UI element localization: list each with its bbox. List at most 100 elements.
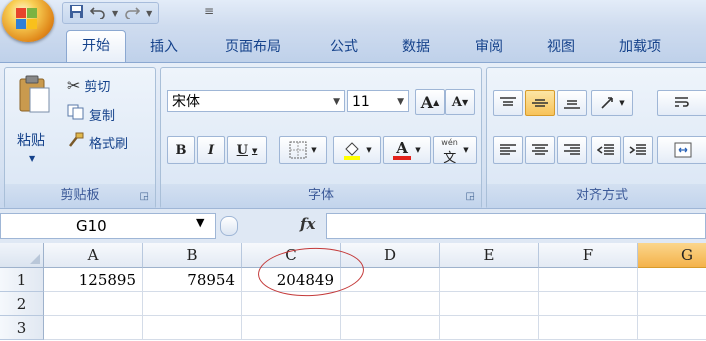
cell-a3[interactable] xyxy=(44,316,143,340)
cell-c3[interactable] xyxy=(242,316,341,340)
tab-insert[interactable]: 插入 xyxy=(150,36,178,56)
font-name-combo[interactable]: 宋体 ▼ xyxy=(167,90,345,112)
formula-input[interactable] xyxy=(326,213,706,239)
cell-b2[interactable] xyxy=(143,292,242,316)
clipboard-launcher-icon[interactable]: ◲ xyxy=(140,191,149,202)
column-header-d[interactable]: D xyxy=(341,243,440,268)
formula-bar-handle-icon[interactable] xyxy=(220,216,238,236)
align-bottom-button[interactable] xyxy=(557,90,587,116)
align-center-button[interactable] xyxy=(525,136,555,164)
font-color-dropdown-icon[interactable]: ▼ xyxy=(415,146,420,154)
cell-e2[interactable] xyxy=(440,292,539,316)
fill-color-button[interactable]: ▼ xyxy=(333,136,381,164)
font-launcher-icon[interactable]: ◲ xyxy=(466,191,475,202)
row-header-1[interactable]: 1 xyxy=(0,268,44,292)
orientation-dropdown-icon[interactable]: ▼ xyxy=(619,99,624,107)
name-box[interactable]: G10 xyxy=(0,213,216,239)
borders-button[interactable]: ▼ xyxy=(279,136,327,164)
cell-a2[interactable] xyxy=(44,292,143,316)
copy-label: 复制 xyxy=(89,108,116,124)
font-size-dropdown-icon[interactable]: ▼ xyxy=(397,91,404,113)
undo-dropdown-icon[interactable]: ▼ xyxy=(112,9,118,18)
column-header-f[interactable]: F xyxy=(539,243,638,268)
shrink-font-button[interactable]: A ▼ xyxy=(445,89,475,115)
font-color-swatch xyxy=(393,156,412,160)
align-top-button[interactable] xyxy=(493,90,523,116)
orientation-button[interactable]: ▼ xyxy=(591,90,633,116)
undo-icon[interactable] xyxy=(89,5,106,22)
tab-view[interactable]: 视图 xyxy=(547,36,575,56)
copy-button[interactable]: 复制 xyxy=(67,104,115,124)
cell-c1[interactable]: 204849 xyxy=(242,268,341,292)
decrease-indent-button[interactable] xyxy=(591,136,621,164)
alignment-group: ▼ 对齐方式 xyxy=(486,67,706,209)
row-header-2[interactable]: 2 xyxy=(0,292,44,316)
tab-formulas[interactable]: 公式 xyxy=(330,36,358,56)
customize-qat-icon[interactable]: ≡ xyxy=(204,4,214,18)
cell-e3[interactable] xyxy=(440,316,539,340)
font-color-button[interactable]: A ▼ xyxy=(383,136,431,164)
cut-button[interactable]: ✂ 剪切 xyxy=(67,76,110,95)
name-box-value: G10 xyxy=(76,217,107,235)
redo-dropdown-icon[interactable]: ▼ xyxy=(146,9,152,18)
cell-d2[interactable] xyxy=(341,292,440,316)
paste-dropdown-icon[interactable]: ▼ xyxy=(29,154,35,163)
insert-function-icon[interactable]: fx xyxy=(300,215,315,233)
cell-c2[interactable] xyxy=(242,292,341,316)
column-header-c[interactable]: C xyxy=(242,243,341,268)
row-header-3[interactable]: 3 xyxy=(0,316,44,340)
wrap-text-button[interactable] xyxy=(657,90,706,116)
tab-add-ins[interactable]: 加载项 xyxy=(619,36,661,56)
cell-f1[interactable] xyxy=(539,268,638,292)
select-all-button[interactable] xyxy=(0,243,44,268)
tab-page-layout[interactable]: 页面布局 xyxy=(225,36,281,56)
paste-button[interactable]: 粘贴 ▼ xyxy=(11,72,59,172)
column-header-a[interactable]: A xyxy=(44,243,143,268)
phonetic-guide-button[interactable]: wén 文 ▼ xyxy=(433,136,477,166)
cell-d1[interactable] xyxy=(341,268,440,292)
cell-b1[interactable]: 78954 xyxy=(143,268,242,292)
grow-font-button[interactable]: A ▲ xyxy=(415,89,445,115)
font-size-combo[interactable]: 11 ▼ xyxy=(347,90,409,112)
font-name-dropdown-icon[interactable]: ▼ xyxy=(333,91,340,113)
merge-center-button[interactable] xyxy=(657,136,706,164)
underline-dropdown-icon[interactable]: ▼ xyxy=(252,146,257,155)
column-header-g[interactable]: G xyxy=(638,243,706,268)
align-right-icon xyxy=(564,144,580,155)
cell-b3[interactable] xyxy=(143,316,242,340)
cell-a1[interactable]: 125895 xyxy=(44,268,143,292)
cell-g1[interactable] xyxy=(638,268,706,292)
fill-color-dropdown-icon[interactable]: ▼ xyxy=(366,146,371,154)
worksheet-grid: ABCDEFG 1 125895 78954 204849 2 3 xyxy=(0,243,706,341)
align-middle-button[interactable] xyxy=(525,90,555,116)
grow-font-label: A xyxy=(420,92,434,112)
align-right-button[interactable] xyxy=(557,136,587,164)
cell-d3[interactable] xyxy=(341,316,440,340)
fill-color-icon xyxy=(344,142,361,160)
format-painter-button[interactable]: 格式刷 xyxy=(67,132,128,152)
cell-f2[interactable] xyxy=(539,292,638,316)
paste-icon xyxy=(19,75,50,113)
font-group-label: 字体 xyxy=(161,184,481,208)
save-icon[interactable] xyxy=(69,4,84,22)
quick-access-toolbar: ▼ ▼ xyxy=(62,2,160,24)
column-header-e[interactable]: E xyxy=(440,243,539,268)
bold-button[interactable]: B xyxy=(167,136,195,164)
cell-g3[interactable] xyxy=(638,316,706,340)
tab-home[interactable]: 开始 xyxy=(66,30,126,63)
name-box-dropdown-icon[interactable]: ▼ xyxy=(196,216,204,229)
cell-e1[interactable] xyxy=(440,268,539,292)
cell-g2[interactable] xyxy=(638,292,706,316)
italic-button[interactable]: I xyxy=(197,136,225,164)
phonetic-dropdown-icon[interactable]: ▼ xyxy=(463,146,468,154)
borders-dropdown-icon[interactable]: ▼ xyxy=(311,146,316,154)
orientation-icon xyxy=(601,97,614,109)
align-left-button[interactable] xyxy=(493,136,523,164)
column-header-b[interactable]: B xyxy=(143,243,242,268)
redo-icon[interactable] xyxy=(124,5,141,22)
increase-indent-button[interactable] xyxy=(623,136,653,164)
cell-f3[interactable] xyxy=(539,316,638,340)
tab-data[interactable]: 数据 xyxy=(402,36,430,56)
underline-button[interactable]: U ▼ xyxy=(227,136,267,164)
tab-review[interactable]: 审阅 xyxy=(475,36,503,56)
